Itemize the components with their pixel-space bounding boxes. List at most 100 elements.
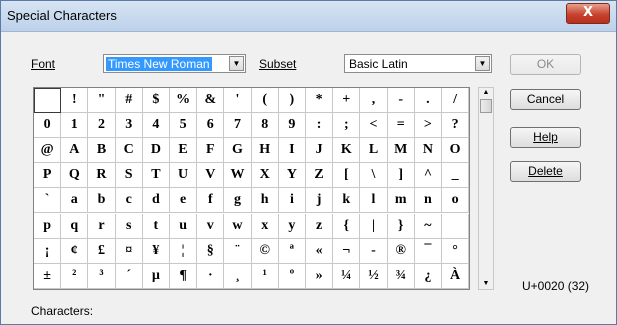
char-cell[interactable]: y (278, 213, 306, 239)
char-cell[interactable]: ¨ (224, 238, 252, 264)
char-cell[interactable]: o (442, 188, 470, 214)
char-cell[interactable]: 6 (197, 113, 225, 139)
char-cell[interactable]: - (360, 238, 388, 264)
char-cell[interactable]: } (387, 213, 415, 239)
char-cell[interactable]: e (170, 188, 198, 214)
char-cell[interactable]: ¿ (414, 263, 442, 289)
char-cell[interactable]: d (142, 188, 170, 214)
char-cell[interactable]: P (34, 163, 62, 189)
char-cell[interactable]: 8 (251, 113, 279, 139)
font-select[interactable]: Times New Roman ▼ (103, 54, 246, 73)
char-cell[interactable]: ¥ (142, 238, 170, 264)
chevron-down-icon[interactable]: ▼ (475, 56, 490, 71)
scroll-down-icon[interactable]: ▼ (479, 279, 493, 289)
char-cell[interactable]: , (360, 88, 388, 114)
char-cell[interactable] (442, 213, 470, 239)
char-cell[interactable]: · (197, 263, 225, 289)
char-cell[interactable]: X (251, 163, 279, 189)
char-cell[interactable]: 3 (115, 113, 143, 139)
char-cell[interactable]: H (251, 138, 279, 164)
char-cell[interactable]: ¹ (251, 263, 279, 289)
char-cell[interactable]: À (442, 263, 470, 289)
character-grid[interactable]: ! " # $% & '() * +, -./0 1 2 3 4 5 6 7 8 9:; < = >? @ A B C D E F G H… (33, 87, 470, 290)
char-cell[interactable]: \ (360, 163, 388, 189)
char-cell[interactable]: ½ (360, 263, 388, 289)
ok-button[interactable]: OK (510, 54, 581, 75)
char-cell[interactable]: ' (224, 88, 252, 114)
char-cell[interactable]: i (278, 188, 306, 214)
char-cell[interactable]: u (170, 213, 198, 239)
char-cell[interactable]: " (88, 88, 116, 114)
char-cell[interactable]: S (115, 163, 143, 189)
char-cell[interactable]: E (170, 138, 198, 164)
char-cell[interactable]: b (88, 188, 116, 214)
char-cell[interactable]: r (88, 213, 116, 239)
char-cell[interactable]: J (306, 138, 334, 164)
close-button[interactable]: X (566, 3, 610, 24)
char-cell[interactable]: ¢ (61, 238, 89, 264)
char-cell[interactable]: A (61, 138, 89, 164)
char-cell[interactable]: [ (333, 163, 361, 189)
char-cell[interactable]: ¸ (224, 263, 252, 289)
char-cell[interactable]: G (224, 138, 252, 164)
char-cell[interactable]: ª (278, 238, 306, 264)
char-cell[interactable]: m (387, 188, 415, 214)
char-cell[interactable]: § (197, 238, 225, 264)
char-cell[interactable]: ® (387, 238, 415, 264)
char-cell[interactable]: g (224, 188, 252, 214)
char-cell[interactable]: K (333, 138, 361, 164)
char-cell[interactable]: k (333, 188, 361, 214)
char-cell[interactable]: ] (387, 163, 415, 189)
char-cell[interactable]: w (224, 213, 252, 239)
subset-select[interactable]: Basic Latin ▼ (344, 54, 492, 73)
char-cell[interactable]: = (387, 113, 415, 139)
char-cell[interactable]: ( (251, 88, 279, 114)
char-cell[interactable]: 5 (170, 113, 198, 139)
char-cell[interactable]: - (387, 88, 415, 114)
char-cell[interactable]: & (197, 88, 225, 114)
char-cell[interactable]: { (333, 213, 361, 239)
char-cell[interactable]: a (61, 188, 89, 214)
char-cell[interactable]: L (360, 138, 388, 164)
char-cell[interactable]: » (306, 263, 334, 289)
char-cell[interactable]: N (414, 138, 442, 164)
char-cell[interactable]: ¦ (170, 238, 198, 264)
char-cell[interactable]: Y (278, 163, 306, 189)
char-cell[interactable]: ¾ (387, 263, 415, 289)
char-cell[interactable]: W (224, 163, 252, 189)
cancel-button[interactable]: Cancel (510, 89, 581, 110)
char-cell[interactable]: O (442, 138, 470, 164)
char-cell[interactable]: ^ (414, 163, 442, 189)
char-cell[interactable]: ¡ (34, 238, 62, 264)
char-cell[interactable]: 1 (61, 113, 89, 139)
char-cell[interactable]: M (387, 138, 415, 164)
help-button[interactable]: Help (510, 127, 581, 148)
char-cell[interactable]: R (88, 163, 116, 189)
char-cell[interactable]: n (414, 188, 442, 214)
char-cell[interactable]: f (197, 188, 225, 214)
char-cell[interactable]: Z (306, 163, 334, 189)
chevron-down-icon[interactable]: ▼ (229, 56, 244, 71)
char-cell[interactable]: 2 (88, 113, 116, 139)
char-cell[interactable]: $ (142, 88, 170, 114)
char-cell[interactable]: x (251, 213, 279, 239)
char-cell[interactable]: h (251, 188, 279, 214)
char-cell[interactable] (34, 88, 62, 114)
delete-button[interactable]: Delete (510, 161, 581, 182)
char-cell[interactable]: F (197, 138, 225, 164)
char-cell[interactable]: v (197, 213, 225, 239)
char-cell[interactable]: T (142, 163, 170, 189)
char-cell[interactable]: U (170, 163, 198, 189)
char-cell[interactable]: ¬ (333, 238, 361, 264)
char-cell[interactable]: ³ (88, 263, 116, 289)
char-cell[interactable]: * (306, 88, 334, 114)
char-cell[interactable]: < (360, 113, 388, 139)
char-cell[interactable]: ) (278, 88, 306, 114)
char-cell[interactable]: j (306, 188, 334, 214)
char-cell[interactable]: 9 (278, 113, 306, 139)
char-cell[interactable]: « (306, 238, 334, 264)
char-cell[interactable]: ¤ (115, 238, 143, 264)
char-cell[interactable]: > (414, 113, 442, 139)
char-cell[interactable]: µ (142, 263, 170, 289)
char-cell[interactable]: ¶ (170, 263, 198, 289)
